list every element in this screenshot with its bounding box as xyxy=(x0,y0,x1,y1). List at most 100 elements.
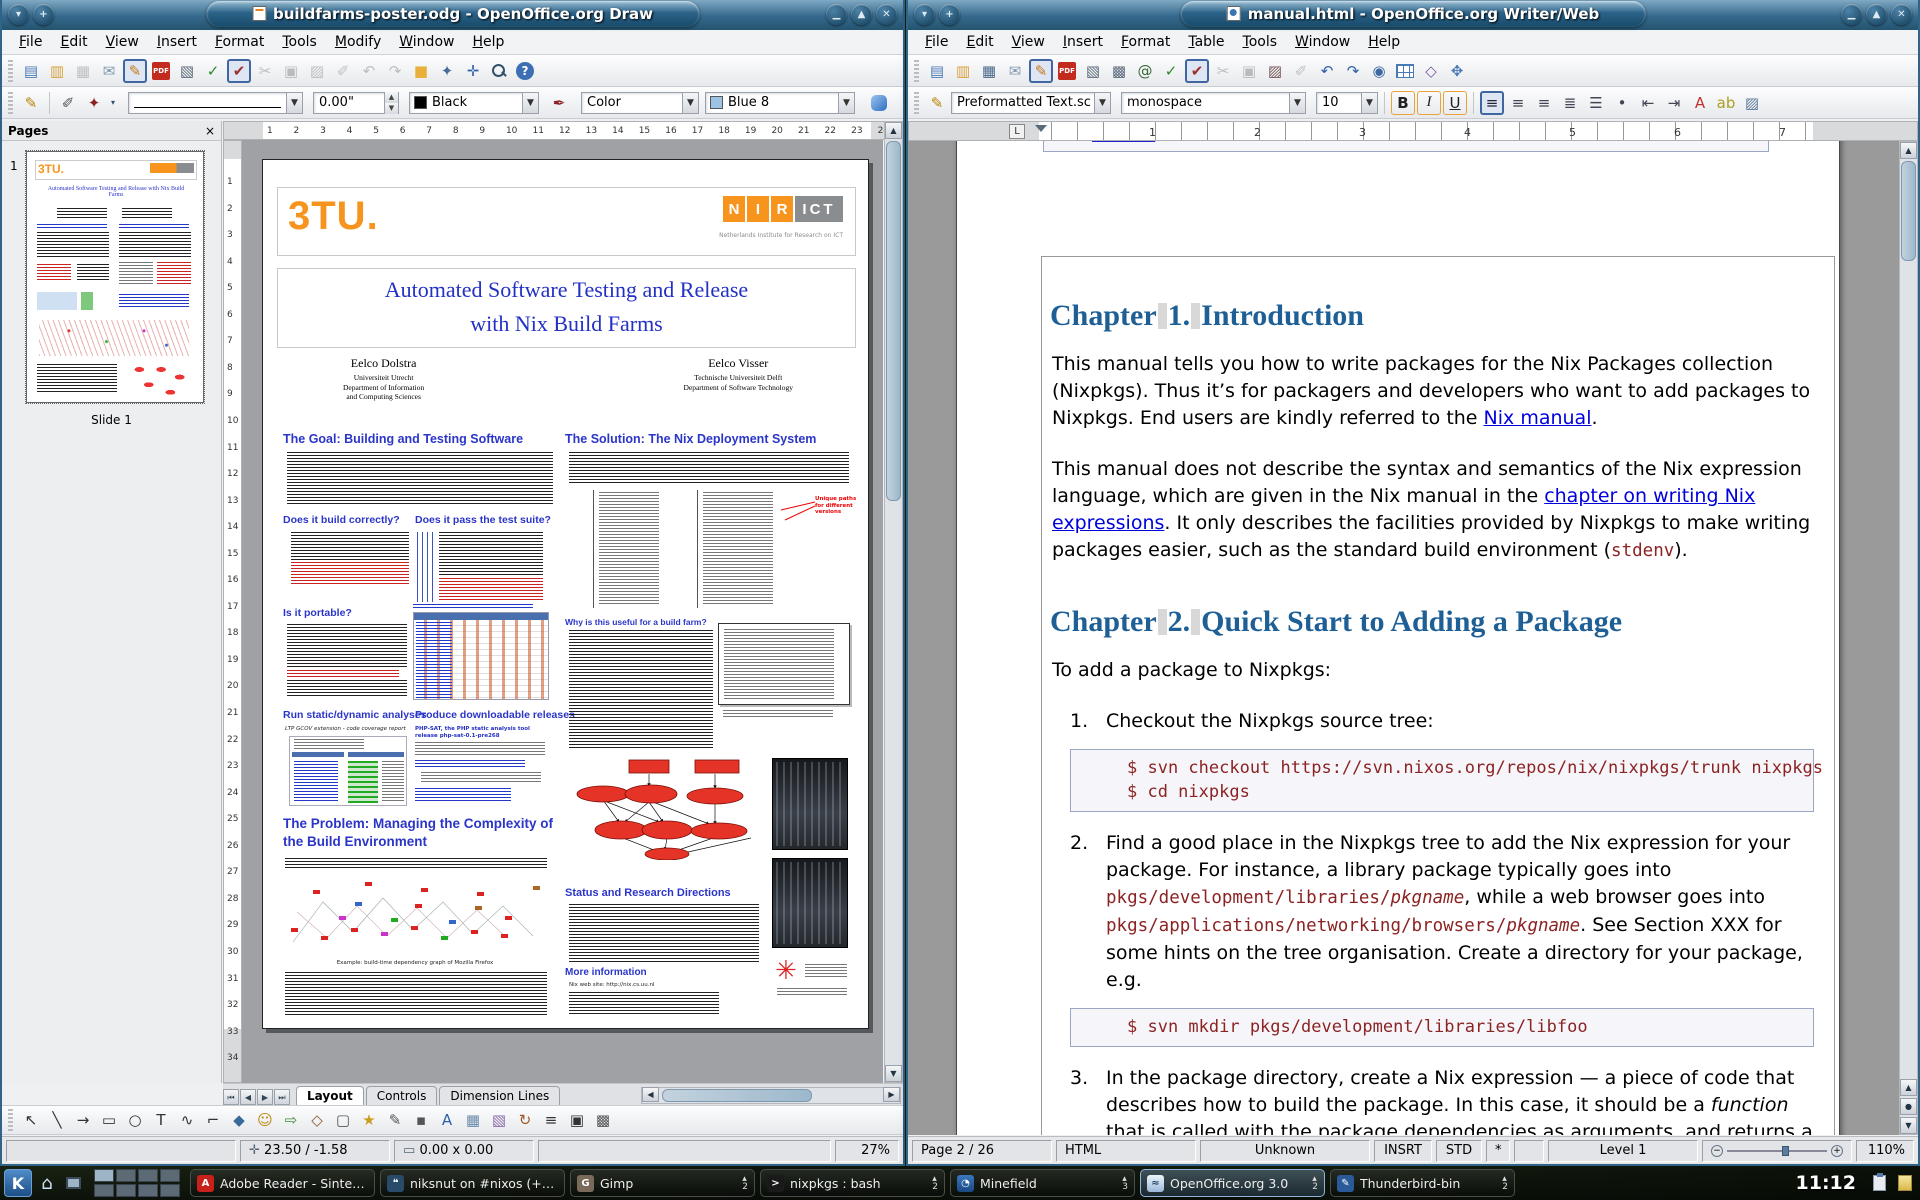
align-right-icon[interactable]: ≡ xyxy=(1532,91,1556,115)
align-left-icon[interactable]: ≡ xyxy=(1480,91,1504,115)
find-icon[interactable]: ✥ xyxy=(1445,59,1469,83)
minimize-button[interactable]: ▁ xyxy=(1841,4,1862,25)
menu-file[interactable]: File xyxy=(916,32,957,52)
font-name-select[interactable]: monospace ▼ xyxy=(1121,92,1306,114)
window-menu-button[interactable]: ▾ xyxy=(914,4,935,25)
undo-icon[interactable]: ↶ xyxy=(357,59,381,83)
paste-icon[interactable]: ▨ xyxy=(305,59,329,83)
dropdown-arrow-icon[interactable]: ▾ xyxy=(108,91,118,115)
email-icon[interactable]: ✉ xyxy=(1003,59,1027,83)
tab-stop-icon[interactable]: L xyxy=(1009,124,1025,139)
undo-icon[interactable]: ↶ xyxy=(1315,59,1339,83)
line-width-field[interactable]: 0.00" ▲▼ xyxy=(313,92,399,114)
scroll-up-icon[interactable]: ▲ xyxy=(885,122,902,139)
font-color-icon[interactable]: A xyxy=(1688,91,1712,115)
chevron-down-icon[interactable]: ▼ xyxy=(1094,93,1110,113)
paragraph-style-value[interactable]: Preformatted Text.sc xyxy=(952,95,1094,110)
stars-icon[interactable]: ★ xyxy=(357,1108,381,1132)
cut-icon[interactable]: ✂ xyxy=(1211,59,1235,83)
taskbar-button-adobe-reader[interactable]: AAdobe Reader - Sinter2009 xyxy=(190,1169,375,1197)
arrow-style-icon[interactable]: ✐ xyxy=(56,91,80,115)
toolbar-grip[interactable] xyxy=(914,92,919,114)
print-icon[interactable]: ▧ xyxy=(1081,59,1105,83)
chevron-down-icon[interactable]: ▼ xyxy=(682,93,698,113)
vertical-ruler[interactable]: 1234567891011121314151617181920212223242… xyxy=(223,140,242,1083)
chevron-down-icon[interactable]: ▼ xyxy=(286,93,302,113)
zoom-percent[interactable]: 110% xyxy=(1856,1140,1914,1162)
numbering-icon[interactable]: ☰ xyxy=(1584,91,1608,115)
klipper-tray-icon[interactable] xyxy=(1868,1172,1890,1194)
next-layer-icon[interactable]: ▶ xyxy=(257,1089,273,1105)
menu-insert[interactable]: Insert xyxy=(148,32,206,52)
zoom-slider[interactable]: − + xyxy=(1702,1140,1852,1162)
menu-view[interactable]: View xyxy=(97,32,148,52)
fill-color-value[interactable]: Blue 8 xyxy=(723,95,838,110)
arrow-icon[interactable]: → xyxy=(71,1108,95,1132)
fill-tool-icon[interactable]: ✒ xyxy=(547,91,571,115)
clipped-link[interactable]: svn co xyxy=(1092,141,1155,145)
italic-button[interactable]: I xyxy=(1417,91,1441,115)
poster-page[interactable]: 3TU. NIRICT Netherlands Institute for Re… xyxy=(262,159,869,1029)
cut-icon[interactable]: ✂ xyxy=(253,59,277,83)
paste-icon[interactable]: ▨ xyxy=(1263,59,1287,83)
arrange-icon[interactable]: ▣ xyxy=(565,1108,589,1132)
scrollbar-thumb[interactable] xyxy=(1901,161,1916,261)
help-icon[interactable]: ? xyxy=(513,59,537,83)
insert-mode[interactable]: INSRT xyxy=(1374,1140,1432,1162)
spellcheck-icon[interactable]: ✓ xyxy=(201,59,225,83)
alignment-icon[interactable]: ≡ xyxy=(539,1108,563,1132)
toolbar-grip[interactable] xyxy=(8,60,13,82)
shadow-icon[interactable] xyxy=(867,91,891,115)
draw-functions-icon[interactable]: ◇ xyxy=(1419,59,1443,83)
chevron-down-icon[interactable]: ▼ xyxy=(1289,93,1305,113)
pager-desktop-8[interactable] xyxy=(160,1184,180,1197)
kmenu-button[interactable]: K xyxy=(4,1169,32,1197)
points-icon[interactable]: ✎ xyxy=(383,1108,407,1132)
font-name-value[interactable]: monospace xyxy=(1122,95,1289,110)
line-width-stepper[interactable]: ▲▼ xyxy=(384,92,398,114)
table-icon[interactable] xyxy=(1393,59,1417,83)
layer-tab-dimension-lines[interactable]: Dimension Lines xyxy=(439,1086,560,1105)
show-desktop-icon[interactable] xyxy=(62,1172,84,1194)
menu-edit[interactable]: Edit xyxy=(957,32,1002,52)
line-width-value[interactable]: 0.00" xyxy=(314,95,384,110)
menu-file[interactable]: File xyxy=(10,32,51,52)
background-color-icon[interactable]: ▨ xyxy=(1740,91,1764,115)
line-color-value[interactable]: Black xyxy=(427,95,522,110)
paragraph-style-select[interactable]: Preformatted Text.sc ▼ xyxy=(951,92,1111,114)
menu-help[interactable]: Help xyxy=(463,32,513,52)
scrollbar-thumb[interactable] xyxy=(886,141,901,501)
autospellcheck-icon[interactable]: ✔ xyxy=(227,59,251,83)
fill-type-value[interactable]: Color xyxy=(582,95,682,110)
doc-link[interactable]: Nix manual xyxy=(1484,407,1592,429)
line-icon[interactable]: ╲ xyxy=(45,1108,69,1132)
close-button[interactable]: ✕ xyxy=(1891,4,1912,25)
home-icon[interactable]: ⌂ xyxy=(36,1172,58,1194)
styles-icon[interactable]: ✎ xyxy=(925,91,949,115)
menu-tools[interactable]: Tools xyxy=(273,32,326,52)
scroll-down-icon[interactable]: ▼ xyxy=(1900,1117,1917,1134)
maximize-button[interactable]: ▲ xyxy=(1866,4,1887,25)
zoom-in-icon[interactable]: + xyxy=(1831,1145,1843,1157)
callouts-icon[interactable]: ▢ xyxy=(331,1108,355,1132)
zoom-level[interactable]: 27% xyxy=(835,1140,899,1162)
spellcheck-icon[interactable]: ✓ xyxy=(1159,59,1183,83)
bullets-icon[interactable]: • xyxy=(1610,91,1634,115)
rectangle-icon[interactable]: ▭ xyxy=(97,1108,121,1132)
underline-button[interactable]: U xyxy=(1443,91,1467,115)
menu-window[interactable]: Window xyxy=(390,32,463,52)
scroll-left-icon[interactable]: ◀ xyxy=(642,1087,659,1102)
chart-icon[interactable]: ■ xyxy=(409,59,433,83)
menu-window[interactable]: Window xyxy=(1286,32,1359,52)
window-menu-button[interactable]: ▾ xyxy=(8,4,29,25)
pager-desktop-4[interactable] xyxy=(160,1169,180,1182)
menu-modify[interactable]: Modify xyxy=(326,32,390,52)
flowchart-icon[interactable]: ◇ xyxy=(305,1108,329,1132)
menu-view[interactable]: View xyxy=(1003,32,1054,52)
chevron-down-icon[interactable]: ▼ xyxy=(1361,93,1377,113)
justify-icon[interactable]: ≣ xyxy=(1558,91,1582,115)
bold-button[interactable]: B xyxy=(1391,91,1415,115)
redo-icon[interactable]: ↷ xyxy=(1341,59,1365,83)
pager-desktop-7[interactable] xyxy=(138,1184,158,1197)
print-icon[interactable]: ▧ xyxy=(175,59,199,83)
